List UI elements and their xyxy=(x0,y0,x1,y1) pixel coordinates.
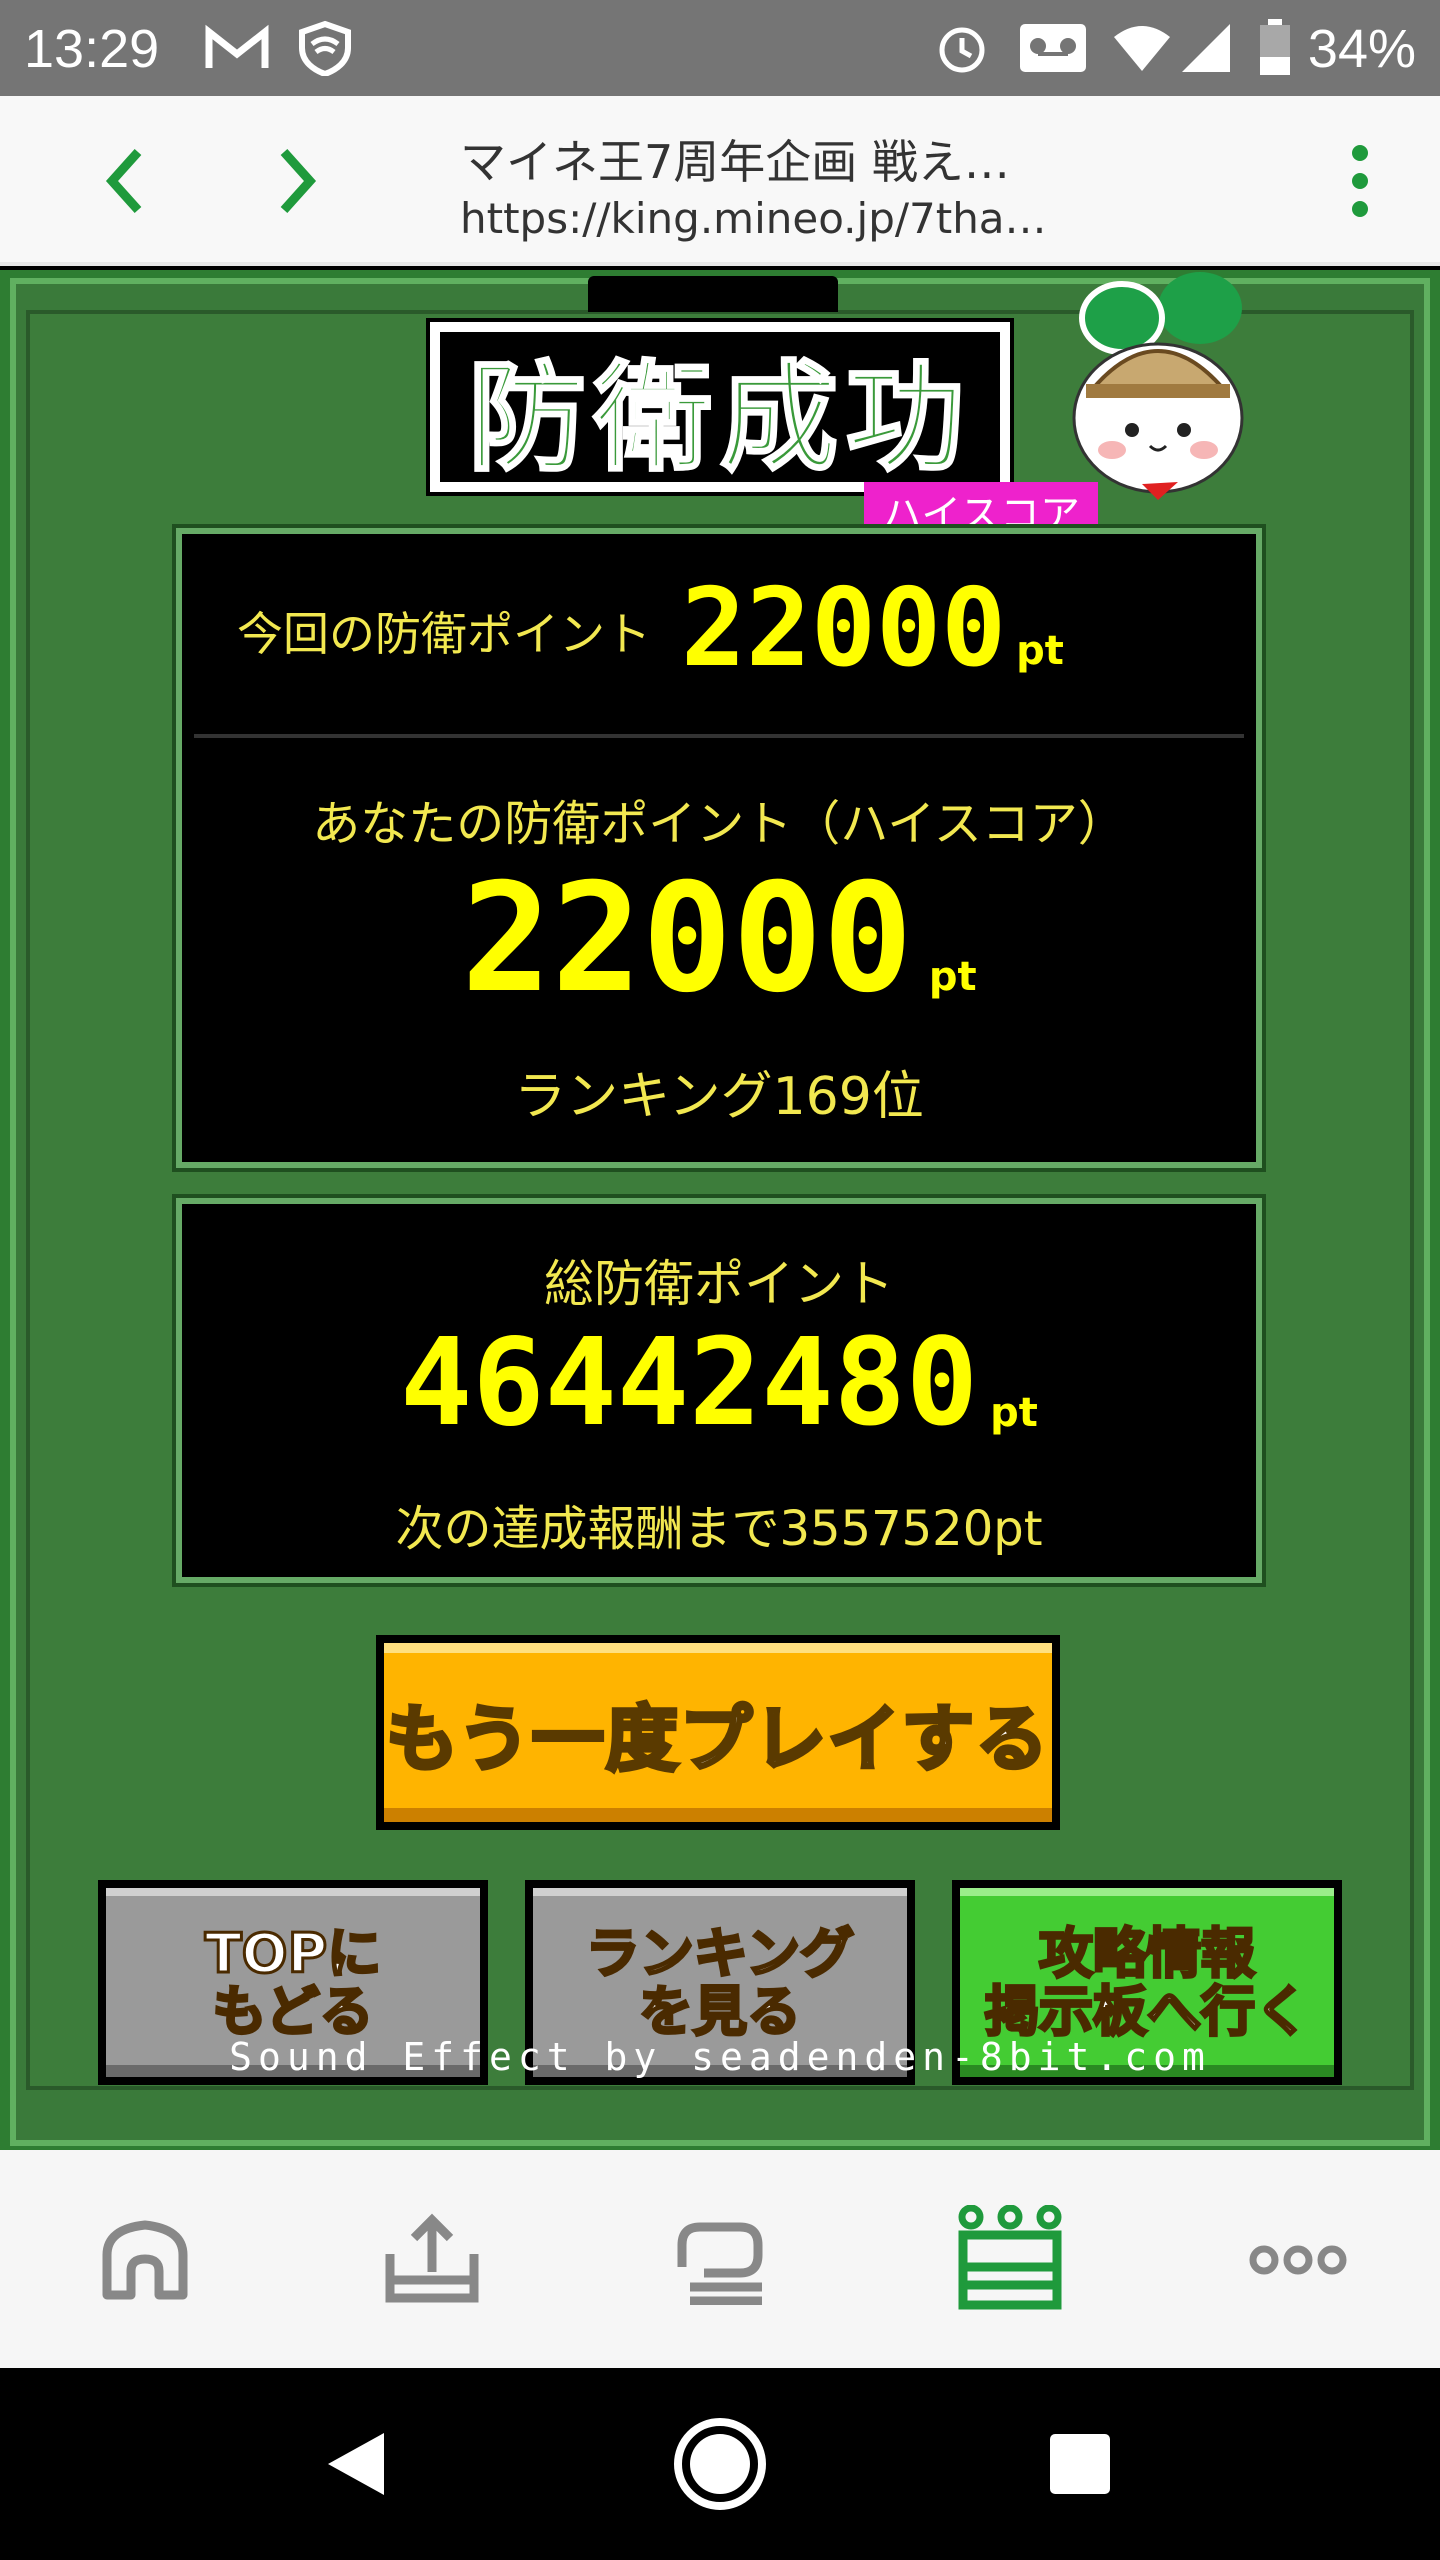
highscore-unit: pt xyxy=(928,954,977,1000)
system-home-button[interactable] xyxy=(660,2404,780,2524)
current-score-value: 22000 xyxy=(681,566,1007,691)
highscore-value: 22000 xyxy=(461,852,913,1026)
result-tab xyxy=(588,276,838,312)
game-area: 防衛成功 ハイスコア 今回の防衛ポイント 22000 pt あなたの防衛ポイント… xyxy=(0,270,1440,2150)
battery-icon xyxy=(1258,19,1292,76)
current-score-label: 今回の防衛ポイント xyxy=(237,607,651,661)
nav-crown-button[interactable] xyxy=(950,2200,1070,2320)
chat-icon xyxy=(677,2222,763,2305)
chevron-left-icon xyxy=(105,148,142,214)
total-panel: 総防衛ポイント 46442480 pt 次の達成報酬まで3557520pt xyxy=(172,1194,1266,1587)
voicemail-icon xyxy=(1018,20,1088,76)
system-back-button[interactable] xyxy=(296,2404,416,2524)
overflow-menu-button[interactable] xyxy=(1320,136,1400,226)
home-icon xyxy=(102,2220,188,2300)
total-value: 46442480 xyxy=(400,1314,979,1453)
menu-dot-icon xyxy=(1352,145,1368,161)
back-button[interactable] xyxy=(80,136,170,226)
wifi-icon xyxy=(1112,20,1172,76)
replay-button[interactable]: もう一度プレイする xyxy=(376,1635,1060,1830)
total-label: 総防衛ポイント xyxy=(544,1255,894,1313)
gmail-icon xyxy=(205,20,269,76)
result-title-box: 防衛成功 xyxy=(426,318,1014,496)
divider xyxy=(194,734,1244,738)
more-icon xyxy=(1249,2245,1347,2275)
nav-upload-button[interactable] xyxy=(372,2200,492,2320)
total-row: 46442480 pt xyxy=(182,1324,1256,1444)
system-recents-button[interactable] xyxy=(1020,2404,1140,2524)
next-reward-text: 次の達成報酬まで3557520pt xyxy=(395,1501,1043,1557)
shield-icon xyxy=(298,20,352,76)
page-url[interactable]: https://king.mineo.jp/7tha… xyxy=(460,194,1047,243)
highscore-label: あなたの防衛ポイント（ハイスコア） xyxy=(312,796,1126,852)
total-unit: pt xyxy=(990,1390,1038,1436)
result-title: 防衛成功 xyxy=(466,347,972,488)
menu-dot-icon xyxy=(1352,173,1368,189)
ranking-text: ランキング169位 xyxy=(514,1067,924,1127)
browser-toolbar: マイネ王7周年企画 戦え… https://king.mineo.jp/7tha… xyxy=(0,96,1440,266)
chevron-right-icon xyxy=(280,148,317,214)
view-ranking-label: ランキング を見る xyxy=(584,1921,855,2043)
sound-credit: Sound Effect by seadenden-8bit.com xyxy=(229,2035,1211,2079)
highscore-row: 22000 pt xyxy=(182,864,1256,1014)
alarm-icon xyxy=(934,20,990,76)
home-circle-icon xyxy=(674,2418,766,2510)
current-score-unit: pt xyxy=(1016,628,1064,674)
nav-chat-button[interactable] xyxy=(660,2200,780,2320)
menu-dot-icon xyxy=(1352,201,1368,217)
current-score-row: 今回の防衛ポイント 22000 pt xyxy=(237,574,1064,684)
forward-button[interactable] xyxy=(252,136,342,226)
page-title[interactable]: マイネ王7周年企画 戦え… xyxy=(460,126,1010,192)
recents-square-icon xyxy=(1050,2434,1110,2494)
app-bottom-nav xyxy=(0,2150,1440,2368)
back-triangle-icon xyxy=(328,2433,384,2495)
upload-icon xyxy=(385,2213,479,2303)
score-panel: 今回の防衛ポイント 22000 pt あなたの防衛ポイント（ハイスコア） 220… xyxy=(172,524,1266,1172)
nav-home-button[interactable] xyxy=(85,2200,205,2320)
battery-percentage: 34% xyxy=(1307,19,1416,79)
signal-icon xyxy=(1180,20,1232,76)
replay-button-label: もう一度プレイする xyxy=(384,1695,1050,1783)
system-nav-bar xyxy=(0,2368,1440,2560)
strategy-board-label: 攻略情報 掲示板へ行く xyxy=(984,1921,1311,2043)
status-time: 13:29 xyxy=(24,19,160,79)
crown-icon xyxy=(958,2205,1062,2310)
nav-more-button[interactable] xyxy=(1238,2200,1358,2320)
back-to-top-label: TOPに もどる xyxy=(203,1921,382,2043)
status-bar: 13:29 34% xyxy=(0,0,1440,96)
